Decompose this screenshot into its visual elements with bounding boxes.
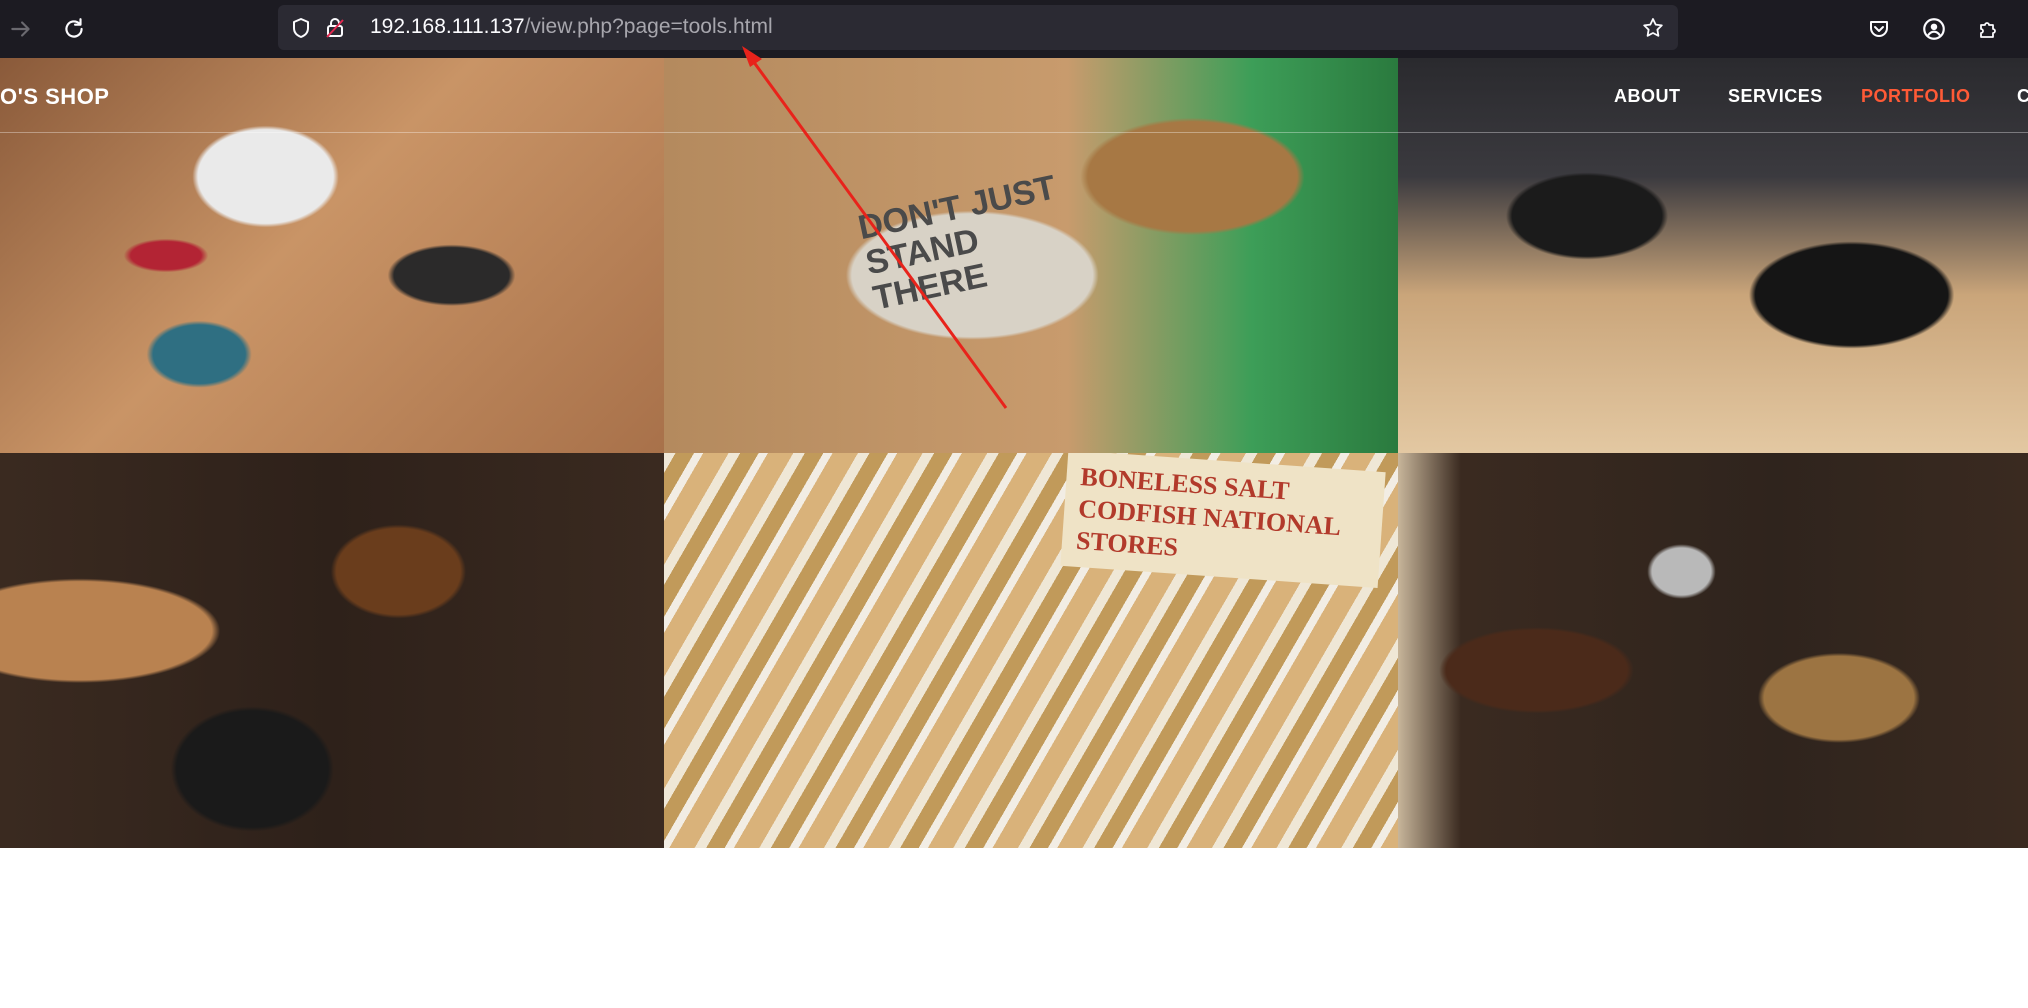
reload-icon (65, 18, 83, 38)
url-host: 192.168.111.137 (370, 15, 525, 38)
gallery-tile[interactable] (1398, 453, 2028, 848)
crate-label: BONELESS SALT CODFISH NATIONAL STORES (1060, 453, 1386, 588)
reload-button[interactable] (55, 10, 93, 48)
site-navbar: O'S SHOP ABOUT SERVICES PORTFOLIO C (0, 58, 2028, 133)
gallery-tile[interactable]: BONELESS SALT CODFISH NATIONAL STORES (664, 453, 1398, 848)
insecure-lock-icon (326, 18, 344, 38)
star-icon (1643, 18, 1663, 37)
url-bar[interactable]: 192.168.111.137/view.php?page=tools.html (278, 5, 1678, 50)
nav-item-portfolio[interactable]: PORTFOLIO (1861, 86, 1971, 107)
pocket-button[interactable] (1860, 10, 1898, 48)
bookmark-button[interactable] (1639, 14, 1667, 42)
extensions-button[interactable] (1969, 10, 2007, 48)
account-icon (1923, 18, 1945, 40)
nav-item-services[interactable]: SERVICES (1728, 86, 1823, 107)
site-security-button[interactable] (321, 14, 349, 42)
url-path: /view.php?page=tools.html (524, 15, 773, 38)
puzzle-icon (1980, 22, 1996, 38)
nav-item-about[interactable]: ABOUT (1614, 86, 1681, 107)
pocket-icon (1870, 21, 1888, 37)
portfolio-gallery: DON'T JUST STAND THERE BONELESS SALT COD… (0, 58, 2028, 848)
nav-item-contact[interactable]: C (2017, 86, 2028, 107)
forward-button[interactable] (2, 10, 40, 48)
url-text[interactable]: 192.168.111.137/view.php?page=tools.html (370, 15, 773, 39)
site-brand[interactable]: O'S SHOP (0, 84, 109, 110)
notebook-text: DON'T JUST STAND THERE (854, 168, 1060, 318)
tracking-protection-button[interactable] (287, 14, 315, 42)
arrow-right-icon (11, 21, 30, 37)
nav-divider (0, 132, 2028, 133)
account-button[interactable] (1915, 10, 1953, 48)
gallery-tile[interactable] (0, 453, 664, 848)
browser-toolbar: 192.168.111.137/view.php?page=tools.html (0, 0, 2028, 58)
web-page: DON'T JUST STAND THERE BONELESS SALT COD… (0, 58, 2028, 1008)
shield-icon (293, 18, 309, 38)
